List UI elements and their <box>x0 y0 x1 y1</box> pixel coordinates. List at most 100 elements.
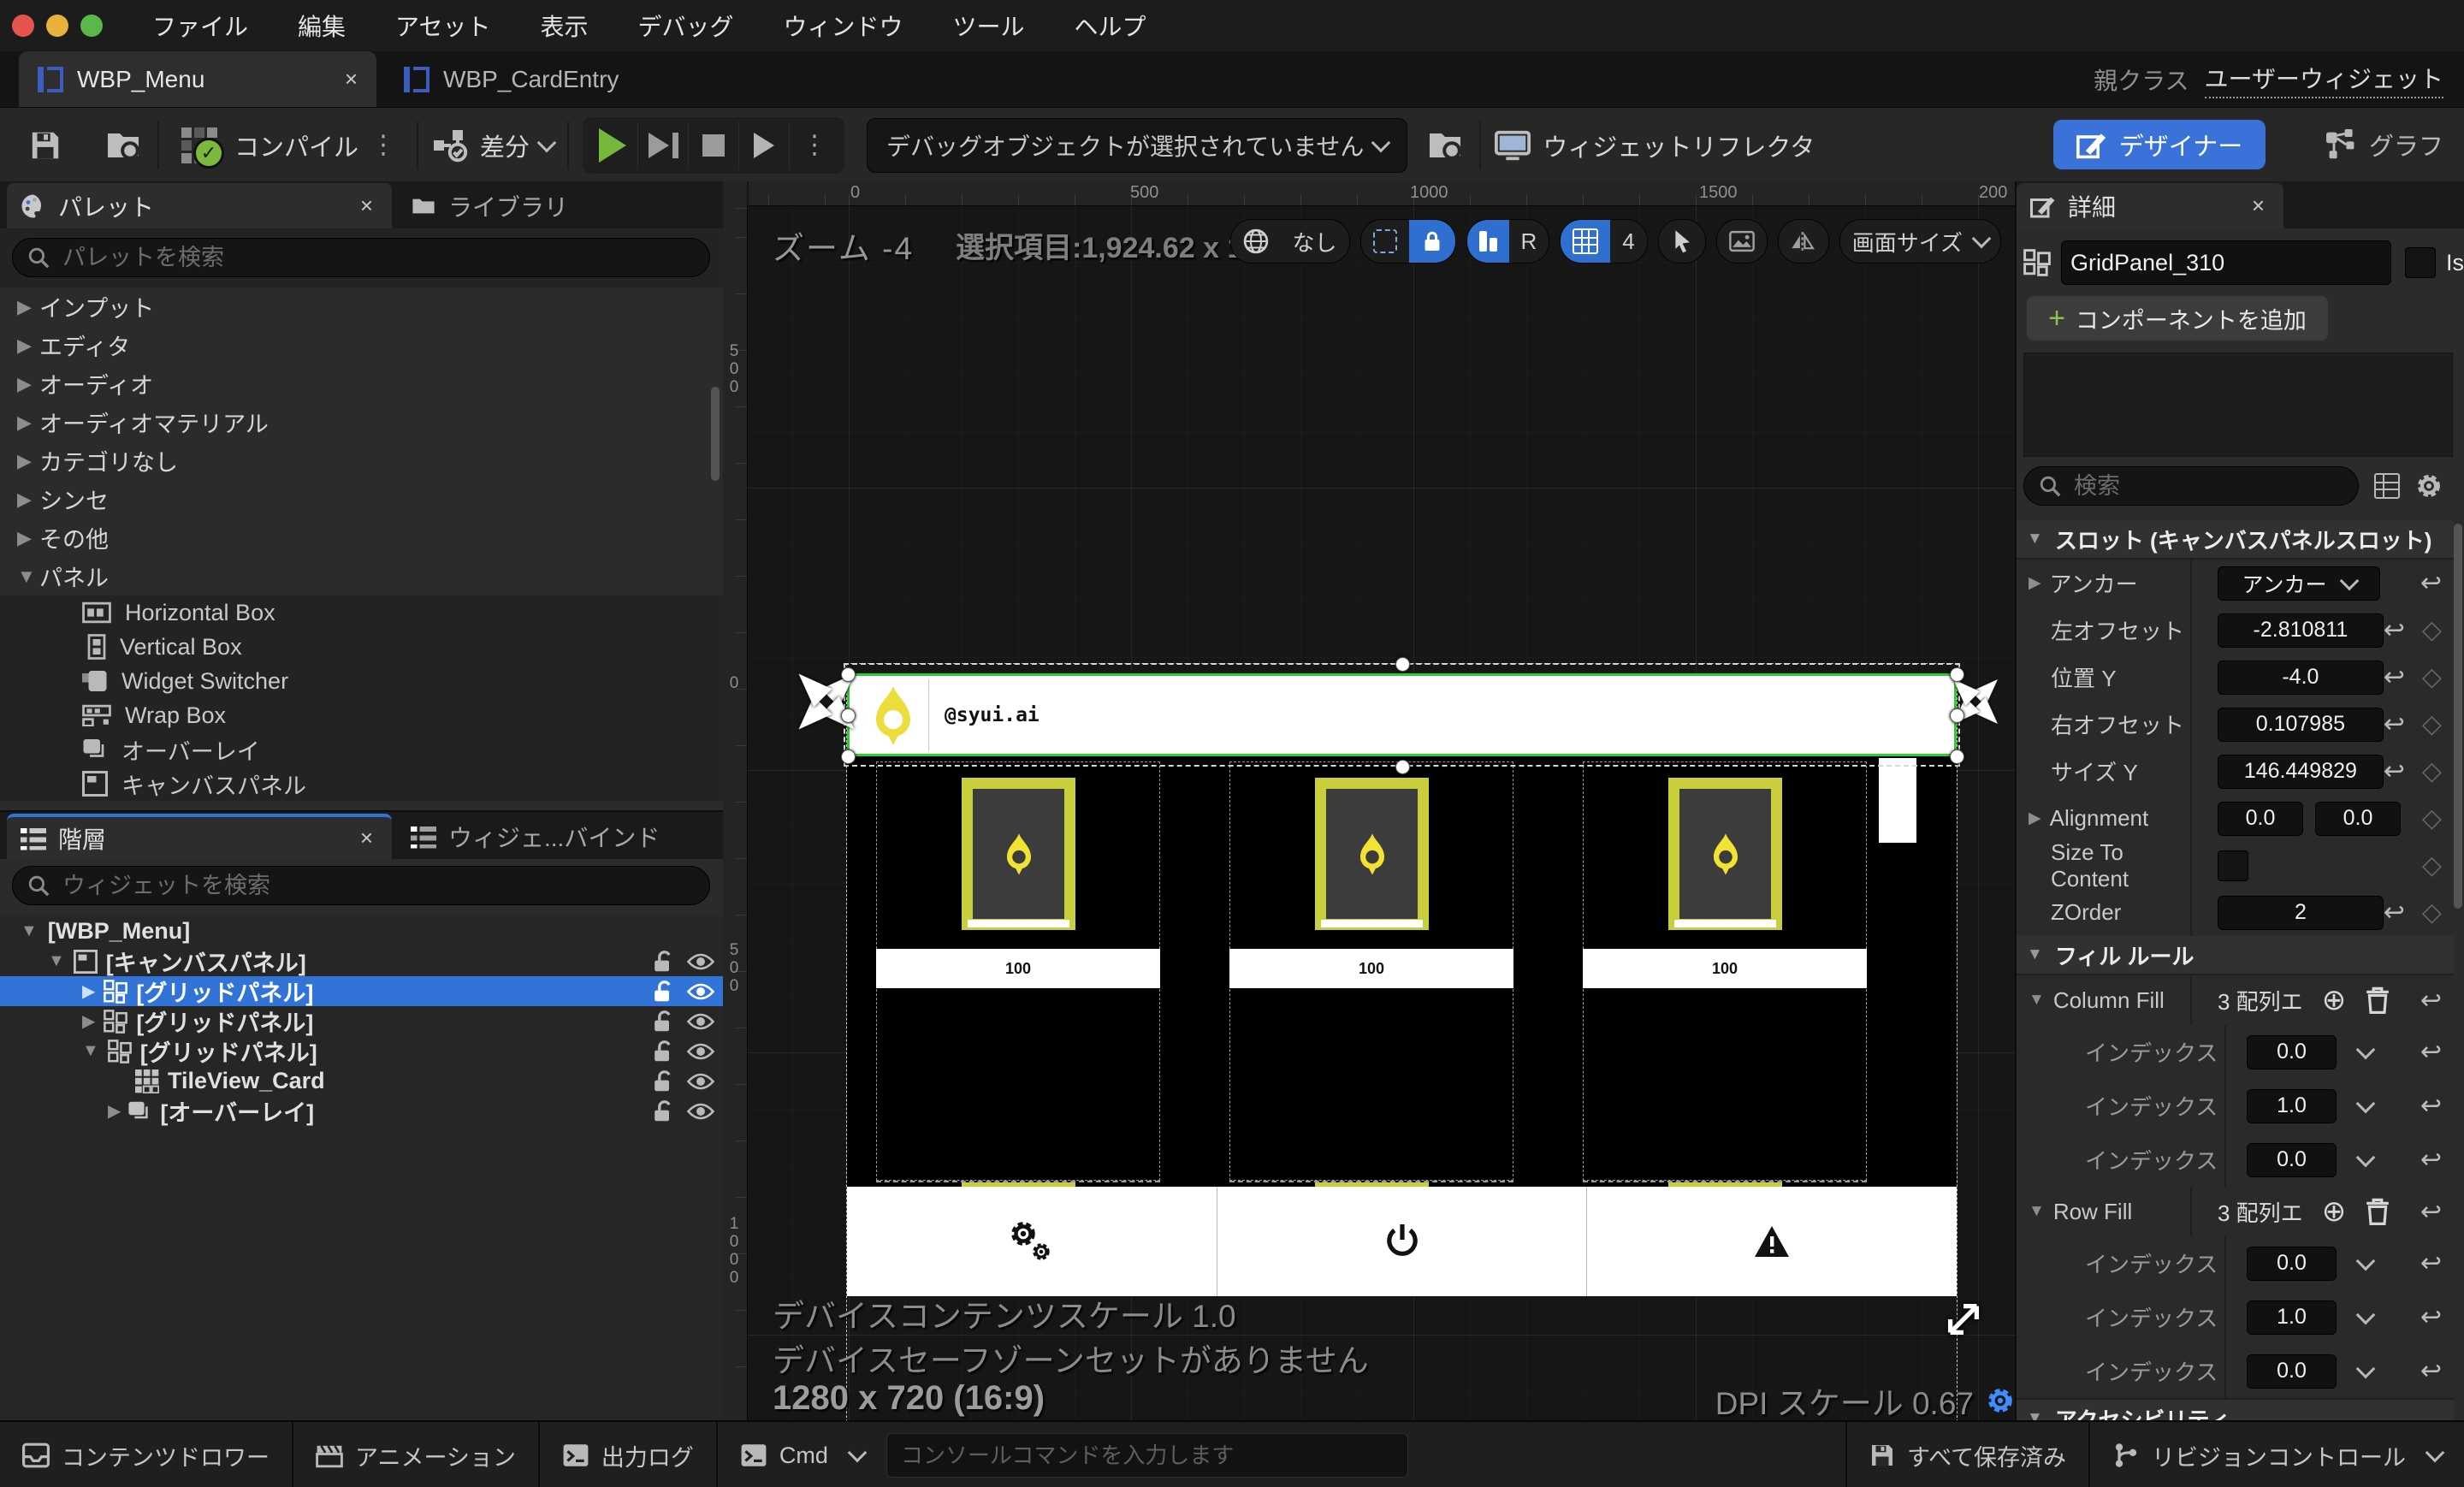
tree-node-canvas-panel[interactable]: ▼ [キャンバスパネル] <box>0 946 723 976</box>
reset-icon[interactable]: ↩ <box>2384 898 2405 927</box>
cursor-tool-button[interactable] <box>1657 219 1706 264</box>
zorder-input[interactable]: 2 <box>2218 895 2384 930</box>
resize-handle[interactable] <box>1950 708 1964 723</box>
chevron-down-icon[interactable] <box>2355 1147 2376 1167</box>
reset-icon[interactable]: ↩ <box>2384 615 2405 645</box>
position-y-input[interactable]: -4.0 <box>2218 660 2384 695</box>
reset-icon[interactable]: ↩ <box>2384 709 2405 739</box>
lock-open-icon[interactable] <box>651 980 675 1004</box>
visibility-eye-icon[interactable] <box>687 982 714 1001</box>
warning-menu-button[interactable] <box>1586 1187 1957 1296</box>
content-drawer-button[interactable]: コンテンツドロワー <box>0 1422 292 1487</box>
lock-open-icon[interactable] <box>651 1099 675 1123</box>
marquee-select-icon[interactable] <box>1361 220 1409 263</box>
card-entry[interactable] <box>962 778 1075 930</box>
bind-diamond-icon[interactable]: ◇ <box>2422 615 2442 645</box>
cmd-dropdown[interactable]: Cmd <box>718 1422 886 1487</box>
chevron-down-icon[interactable] <box>2355 1040 2376 1059</box>
size-to-content-checkbox[interactable] <box>2218 850 2248 881</box>
palette-category-panel[interactable]: ▼ パネル <box>0 557 723 595</box>
close-panel-icon[interactable]: × <box>360 825 373 851</box>
reset-icon[interactable]: ↩ <box>2420 1145 2442 1175</box>
tree-node-overlay[interactable]: ▶ [オーバーレイ] <box>0 1096 723 1126</box>
index-value-input[interactable]: 1.0 <box>2247 1300 2337 1335</box>
bind-diamond-icon[interactable]: ◇ <box>2422 662 2442 692</box>
visibility-eye-icon[interactable] <box>687 1072 714 1091</box>
chevron-down-icon[interactable] <box>536 133 557 152</box>
is-variable-checkbox[interactable] <box>2405 247 2436 278</box>
localization-globe-icon[interactable] <box>1231 220 1281 263</box>
save-icon[interactable] <box>29 129 62 162</box>
menu-debug[interactable]: デバッグ <box>638 9 734 43</box>
index-value-input[interactable]: 0.0 <box>2247 1246 2337 1281</box>
fill-rules-section-header[interactable]: ▼ フィル ルール <box>2017 936 2454 975</box>
compile-options-icon[interactable]: ⋮ <box>370 130 396 160</box>
revision-control-button[interactable]: リビジョンコントロール <box>2090 1422 2464 1487</box>
tab-palette[interactable]: パレット × <box>7 183 392 228</box>
palette-item-overlay[interactable]: オーバーレイ <box>0 732 723 767</box>
card-entry[interactable] <box>1668 778 1782 930</box>
resize-handle[interactable] <box>841 708 856 723</box>
zoom-window-button[interactable] <box>80 15 103 37</box>
debug-object-dropdown[interactable]: デバッグオブジェクトが選択されていません <box>867 117 1408 173</box>
alignment-x-input[interactable]: 0.0 <box>2218 801 2303 836</box>
bind-diamond-icon[interactable]: ◇ <box>2422 850 2442 880</box>
reset-icon[interactable]: ↩ <box>2420 1197 2442 1227</box>
trash-icon[interactable] <box>2365 986 2390 1014</box>
widget-reflector-button[interactable]: ウィジェットリフレクタ <box>1543 127 1815 163</box>
bind-diamond-icon[interactable]: ◇ <box>2422 756 2442 786</box>
close-tab-icon[interactable]: × <box>345 66 358 92</box>
output-log-button[interactable]: 出力ログ <box>540 1422 716 1487</box>
chevron-down-icon[interactable] <box>2355 1093 2376 1113</box>
tab-wbp-cardentry[interactable]: WBP_CardEntry <box>385 51 667 107</box>
browse-to-asset-icon[interactable] <box>106 128 144 163</box>
compile-icon[interactable]: ✓ <box>181 127 224 169</box>
resize-handle[interactable] <box>841 667 856 682</box>
tab-wbp-menu[interactable]: WBP_Menu × <box>19 51 376 107</box>
reset-icon[interactable]: ↩ <box>2384 662 2405 692</box>
hierarchy-search-input[interactable] <box>61 871 666 900</box>
bind-diamond-icon[interactable]: ◇ <box>2422 709 2442 739</box>
minimize-window-button[interactable] <box>46 15 68 37</box>
anchor-dropdown[interactable]: アンカー <box>2218 566 2380 601</box>
close-panel-icon[interactable]: × <box>2252 193 2265 219</box>
add-element-icon[interactable]: ⊕ <box>2322 983 2347 1017</box>
tree-node-tileview-card[interactable]: TileView_Card <box>0 1066 723 1096</box>
animation-button[interactable]: アニメーション <box>293 1422 538 1487</box>
tree-node-grid-panel-2[interactable]: ▶ [グリッドパネル] <box>0 1006 723 1036</box>
dpi-settings-gear-icon[interactable] <box>1986 1386 2015 1415</box>
visibility-eye-icon[interactable] <box>687 1012 714 1031</box>
alignment-y-input[interactable]: 0.0 <box>2315 801 2401 836</box>
menu-tools[interactable]: ツール <box>953 9 1025 43</box>
step-forward-button[interactable] <box>637 121 688 169</box>
console-command-input[interactable] <box>886 1433 1408 1478</box>
parent-class-link[interactable]: ユーザーウィジェット <box>2204 61 2443 98</box>
settings-menu-button[interactable] <box>847 1187 1217 1296</box>
tab-library[interactable]: ライブラリ <box>402 183 719 228</box>
palette-scrollbar[interactable] <box>711 387 720 481</box>
card-entry[interactable] <box>1315 778 1429 930</box>
lock-open-icon[interactable] <box>651 1010 675 1034</box>
screen-size-dropdown[interactable]: 画面サイズ <box>1839 219 2001 264</box>
index-value-input[interactable]: 0.0 <box>2247 1034 2337 1069</box>
index-value-input[interactable]: 0.0 <box>2247 1354 2337 1389</box>
graph-mode-button[interactable]: グラフ <box>2325 120 2443 169</box>
browse-debug-object-icon[interactable] <box>1428 128 1466 163</box>
palette-category-input[interactable]: ▶ インプット <box>0 287 723 326</box>
play-button[interactable] <box>588 121 637 169</box>
widget-outlines-icon[interactable] <box>1466 220 1509 263</box>
tree-node-wbp-menu[interactable]: ▼ [WBP_Menu] <box>0 916 723 946</box>
flip-preview-button[interactable] <box>1777 219 1829 264</box>
preview-background-button[interactable] <box>1715 219 1768 264</box>
stop-button[interactable] <box>688 121 738 169</box>
reset-icon[interactable]: ↩ <box>2420 1248 2442 1278</box>
visibility-eye-icon[interactable] <box>687 1102 714 1121</box>
respect-locks-button[interactable]: R <box>1509 220 1549 263</box>
palette-search-input[interactable] <box>61 243 666 272</box>
menu-asset[interactable]: アセット <box>395 9 490 43</box>
tab-hierarchy[interactable]: 階層 × <box>7 814 392 859</box>
reset-icon[interactable]: ↩ <box>2384 756 2405 786</box>
designer-viewport[interactable]: 0 500 1000 1500 200 500 0 500 1000 ズーム -… <box>723 181 2015 1420</box>
close-window-button[interactable] <box>12 15 34 37</box>
reset-icon[interactable]: ↩ <box>2420 1037 2442 1067</box>
